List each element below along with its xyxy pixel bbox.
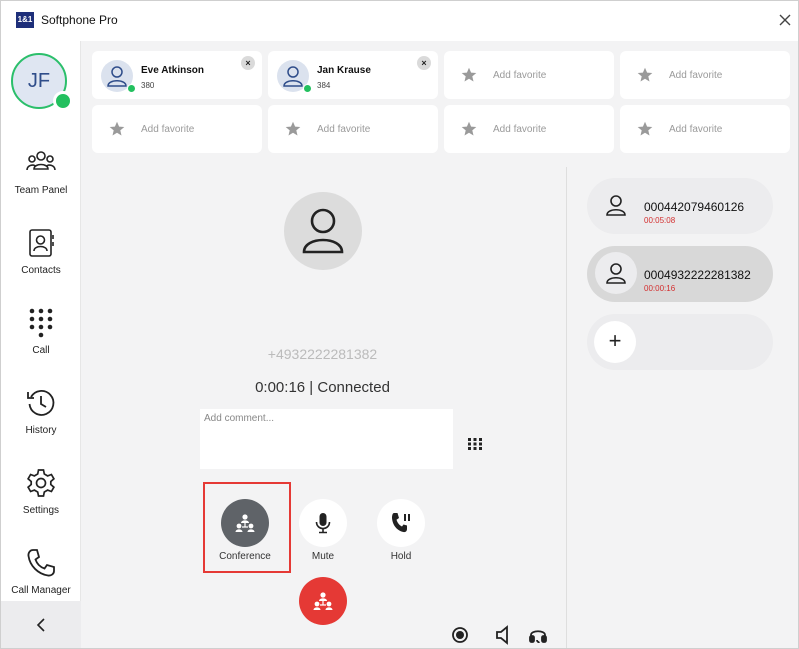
record-button[interactable] xyxy=(450,625,470,645)
phone-icon xyxy=(27,549,55,577)
close-button[interactable] xyxy=(775,10,795,30)
plus-icon: + xyxy=(594,321,636,363)
sidebar-item-settings[interactable]: Settings xyxy=(1,465,81,535)
speaker-icon xyxy=(496,625,508,645)
star-icon xyxy=(637,121,653,136)
remove-favorite-button[interactable]: × xyxy=(241,56,255,70)
add-favorite-label: Add favorite xyxy=(317,124,371,135)
sidebar-item-contacts[interactable]: Contacts xyxy=(1,225,81,295)
sidebar-item-label: Contacts xyxy=(21,265,61,276)
history-icon xyxy=(27,390,55,416)
star-icon xyxy=(461,67,477,82)
add-favorite-label: Add favorite xyxy=(493,124,547,135)
sidebar-item-label: Call xyxy=(32,345,50,356)
favorite-card[interactable]: Jan Krause 384 × xyxy=(268,51,438,99)
conference-merge-button[interactable] xyxy=(299,577,347,625)
hold-label: Hold xyxy=(390,551,412,562)
person-icon xyxy=(283,66,303,87)
remove-favorite-button[interactable]: × xyxy=(417,56,431,70)
team-panel-icon xyxy=(26,151,56,171)
conference-icon xyxy=(313,592,333,610)
call-number: 0004932222281382 xyxy=(644,268,751,282)
caller-avatar xyxy=(284,192,362,270)
person-icon xyxy=(302,208,344,254)
app-logo: 1&1 xyxy=(16,12,34,28)
sidebar-item-label: Call Manager xyxy=(11,585,71,596)
call-avatar xyxy=(595,184,637,226)
call-list-item[interactable]: 000442079460126 00:05:08 xyxy=(587,178,773,234)
call-list-item-active[interactable]: 0004932222281382 00:00:16 xyxy=(587,246,773,302)
sidebar-item-label: Team Panel xyxy=(14,185,68,196)
online-status-dot xyxy=(127,84,136,93)
speaker-button[interactable] xyxy=(493,625,513,645)
star-icon xyxy=(461,121,477,136)
microphone-icon xyxy=(315,513,331,534)
panel-divider xyxy=(566,167,567,648)
add-favorite-slot[interactable]: Add favorite xyxy=(620,51,790,99)
settings-icon xyxy=(27,469,55,497)
dialpad-icon xyxy=(468,438,482,450)
keypad-button[interactable] xyxy=(467,437,483,451)
add-favorite-label: Add favorite xyxy=(669,124,723,135)
call-avatar xyxy=(595,252,637,294)
person-icon xyxy=(606,195,626,216)
sidebar-item-history[interactable]: History xyxy=(1,385,81,455)
star-icon xyxy=(109,121,125,136)
softphone-window: 1&1 Softphone Pro JF Team Panel Contacts xyxy=(0,0,799,649)
add-favorite-label: Add favorite xyxy=(669,70,723,81)
favorite-card[interactable]: Eve Atkinson 380 × xyxy=(92,51,262,99)
comment-input[interactable] xyxy=(200,409,453,469)
star-icon xyxy=(637,67,653,82)
person-icon xyxy=(606,263,626,284)
star-icon xyxy=(285,121,301,136)
add-favorite-label: Add favorite xyxy=(493,70,547,81)
caller-number: +4932222281382 xyxy=(267,346,378,362)
call-number: 000442079460126 xyxy=(644,200,745,214)
mute-button-circle xyxy=(299,499,347,547)
add-favorite-label: Add favorite xyxy=(141,124,195,135)
person-icon xyxy=(107,66,127,87)
add-favorite-slot[interactable]: Add favorite xyxy=(92,105,262,153)
call-duration: 00:05:08 xyxy=(644,216,676,225)
conference-highlight-frame xyxy=(203,482,291,573)
dialpad-icon xyxy=(29,308,53,338)
mute-label: Mute xyxy=(311,551,335,562)
favorite-name: Eve Atkinson xyxy=(141,65,204,76)
add-favorite-slot[interactable]: Add favorite xyxy=(620,105,790,153)
headset-button[interactable] xyxy=(528,625,548,645)
sidebar-item-label: History xyxy=(25,425,57,436)
phone-pause-icon xyxy=(392,513,410,533)
app-title: Softphone Pro xyxy=(41,13,118,27)
hold-button-circle xyxy=(377,499,425,547)
sidebar-item-label: Settings xyxy=(22,505,60,516)
close-icon xyxy=(779,14,791,26)
headset-icon xyxy=(529,630,547,644)
record-icon xyxy=(452,627,468,643)
add-favorite-slot[interactable]: Add favorite xyxy=(444,105,614,153)
favorite-extension: 384 xyxy=(317,81,331,90)
title-bar: 1&1 Softphone Pro xyxy=(1,1,798,41)
collapse-sidebar-button[interactable] xyxy=(1,601,81,648)
sidebar-item-call[interactable]: Call xyxy=(1,305,81,375)
favorite-extension: 380 xyxy=(141,81,155,90)
contacts-icon xyxy=(29,229,54,257)
call-duration: 00:00:16 xyxy=(644,284,676,293)
user-status-indicator xyxy=(53,91,73,111)
add-call-button[interactable]: + xyxy=(587,314,773,370)
sidebar-item-team-panel[interactable]: Team Panel xyxy=(1,145,81,215)
online-status-dot xyxy=(303,84,312,93)
add-favorite-slot[interactable]: Add favorite xyxy=(444,51,614,99)
call-status: 0:00:16 | Connected xyxy=(255,379,390,396)
favorite-name: Jan Krause xyxy=(317,65,371,76)
chevron-left-icon xyxy=(36,618,45,632)
sidebar: JF Team Panel Contacts Call History Sett… xyxy=(1,41,81,648)
add-favorite-slot[interactable]: Add favorite xyxy=(268,105,438,153)
